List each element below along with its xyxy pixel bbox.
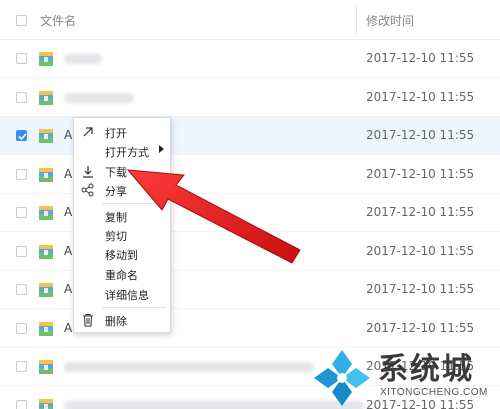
site-watermark: 系统城 XITONGCHENG.COM	[306, 340, 500, 409]
watermark-logo-icon	[314, 350, 370, 406]
watermark-brand: 系统城	[378, 352, 474, 387]
file-manager-page: 文件名 修改时间 2017-12-10 11:55 2017-12-10 11:5…	[0, 0, 500, 409]
watermark-domain: XITONGCHENG.COM	[380, 387, 488, 398]
